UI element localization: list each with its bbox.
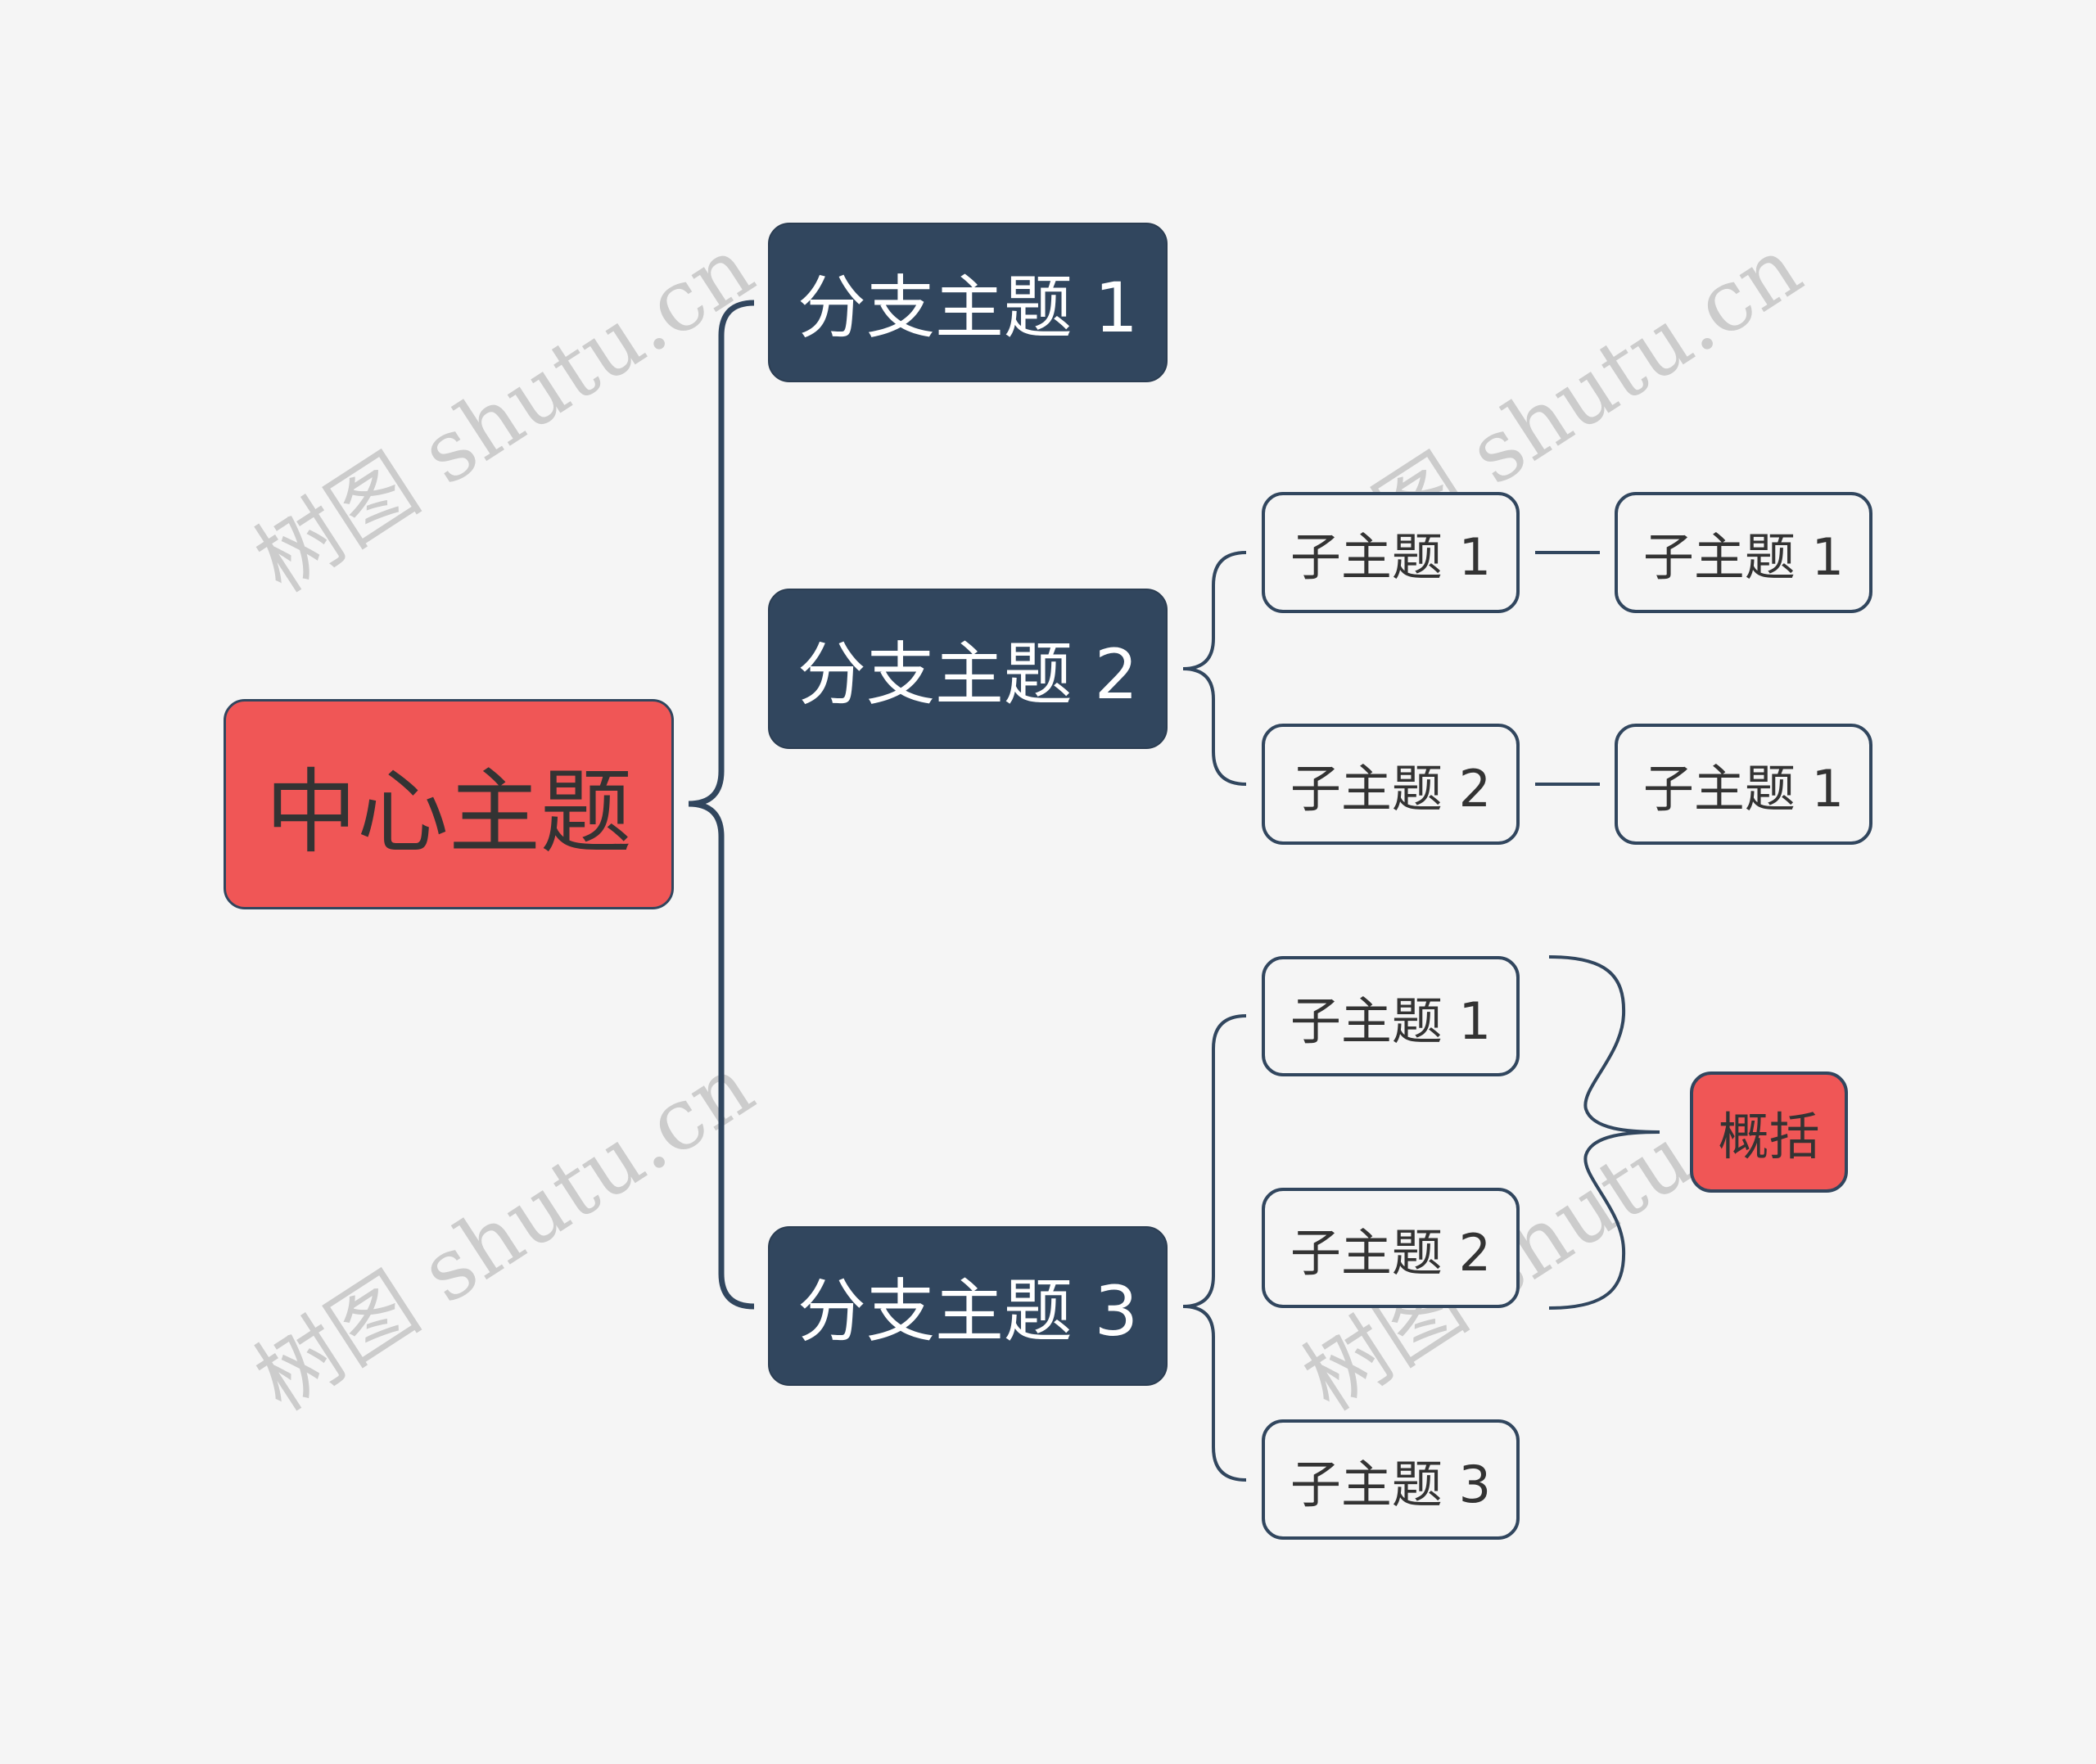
subtopic-label: 子主题 1 (1290, 990, 1492, 1051)
central-topic-label: 中心主题 (265, 759, 632, 866)
subtopic-b2-2[interactable]: 子主题 2 (1262, 724, 1520, 845)
subtopic-b2-1-child[interactable]: 子主题 1 (1615, 492, 1872, 613)
subtopic-label: 子主题 3 (1290, 1454, 1492, 1514)
connector-branch3-lower (1182, 1305, 1247, 1482)
mindmap-canvas: 树图 shutu.cn 树图 shutu.cn 树图 shutu.cn 树图 s… (0, 0, 2096, 1764)
summary-label: 概括 (1718, 1107, 1820, 1166)
subtopic-b3-3[interactable]: 子主题 3 (1262, 1419, 1520, 1540)
subtopic-label: 子主题 1 (1290, 527, 1492, 587)
subtopic-label: 子主题 1 (1642, 527, 1845, 587)
branch-topic-label: 分支主题 2 (797, 634, 1139, 715)
subtopic-b2-2-child[interactable]: 子主题 1 (1615, 724, 1872, 845)
connector-branch2-bracket (1182, 551, 1247, 670)
branch-topic-2[interactable]: 分支主题 2 (768, 589, 1168, 749)
subtopic-b2-1[interactable]: 子主题 1 (1262, 492, 1520, 613)
subtopic-label: 子主题 2 (1290, 759, 1492, 819)
connector-branch2-lower (1182, 667, 1247, 786)
summary-topic[interactable]: 概括 (1690, 1071, 1848, 1193)
subtopic-b3-1[interactable]: 子主题 1 (1262, 956, 1520, 1076)
subtopic-b3-2[interactable]: 子主题 2 (1262, 1188, 1520, 1308)
summary-brace (1548, 955, 1660, 1310)
branch-topic-label: 分支主题 1 (797, 268, 1139, 348)
connector-central-lower (688, 801, 755, 1310)
branch-topic-3[interactable]: 分支主题 3 (768, 1226, 1168, 1386)
connector-central-bracket (688, 300, 755, 807)
connector-branch3-bracket (1182, 1014, 1247, 1308)
central-topic[interactable]: 中心主题 (224, 699, 674, 909)
subtopic-label: 子主题 2 (1290, 1222, 1492, 1283)
branch-topic-1[interactable]: 分支主题 1 (768, 223, 1168, 382)
branch-topic-label: 分支主题 3 (797, 1271, 1139, 1351)
subtopic-label: 子主题 1 (1642, 759, 1845, 819)
